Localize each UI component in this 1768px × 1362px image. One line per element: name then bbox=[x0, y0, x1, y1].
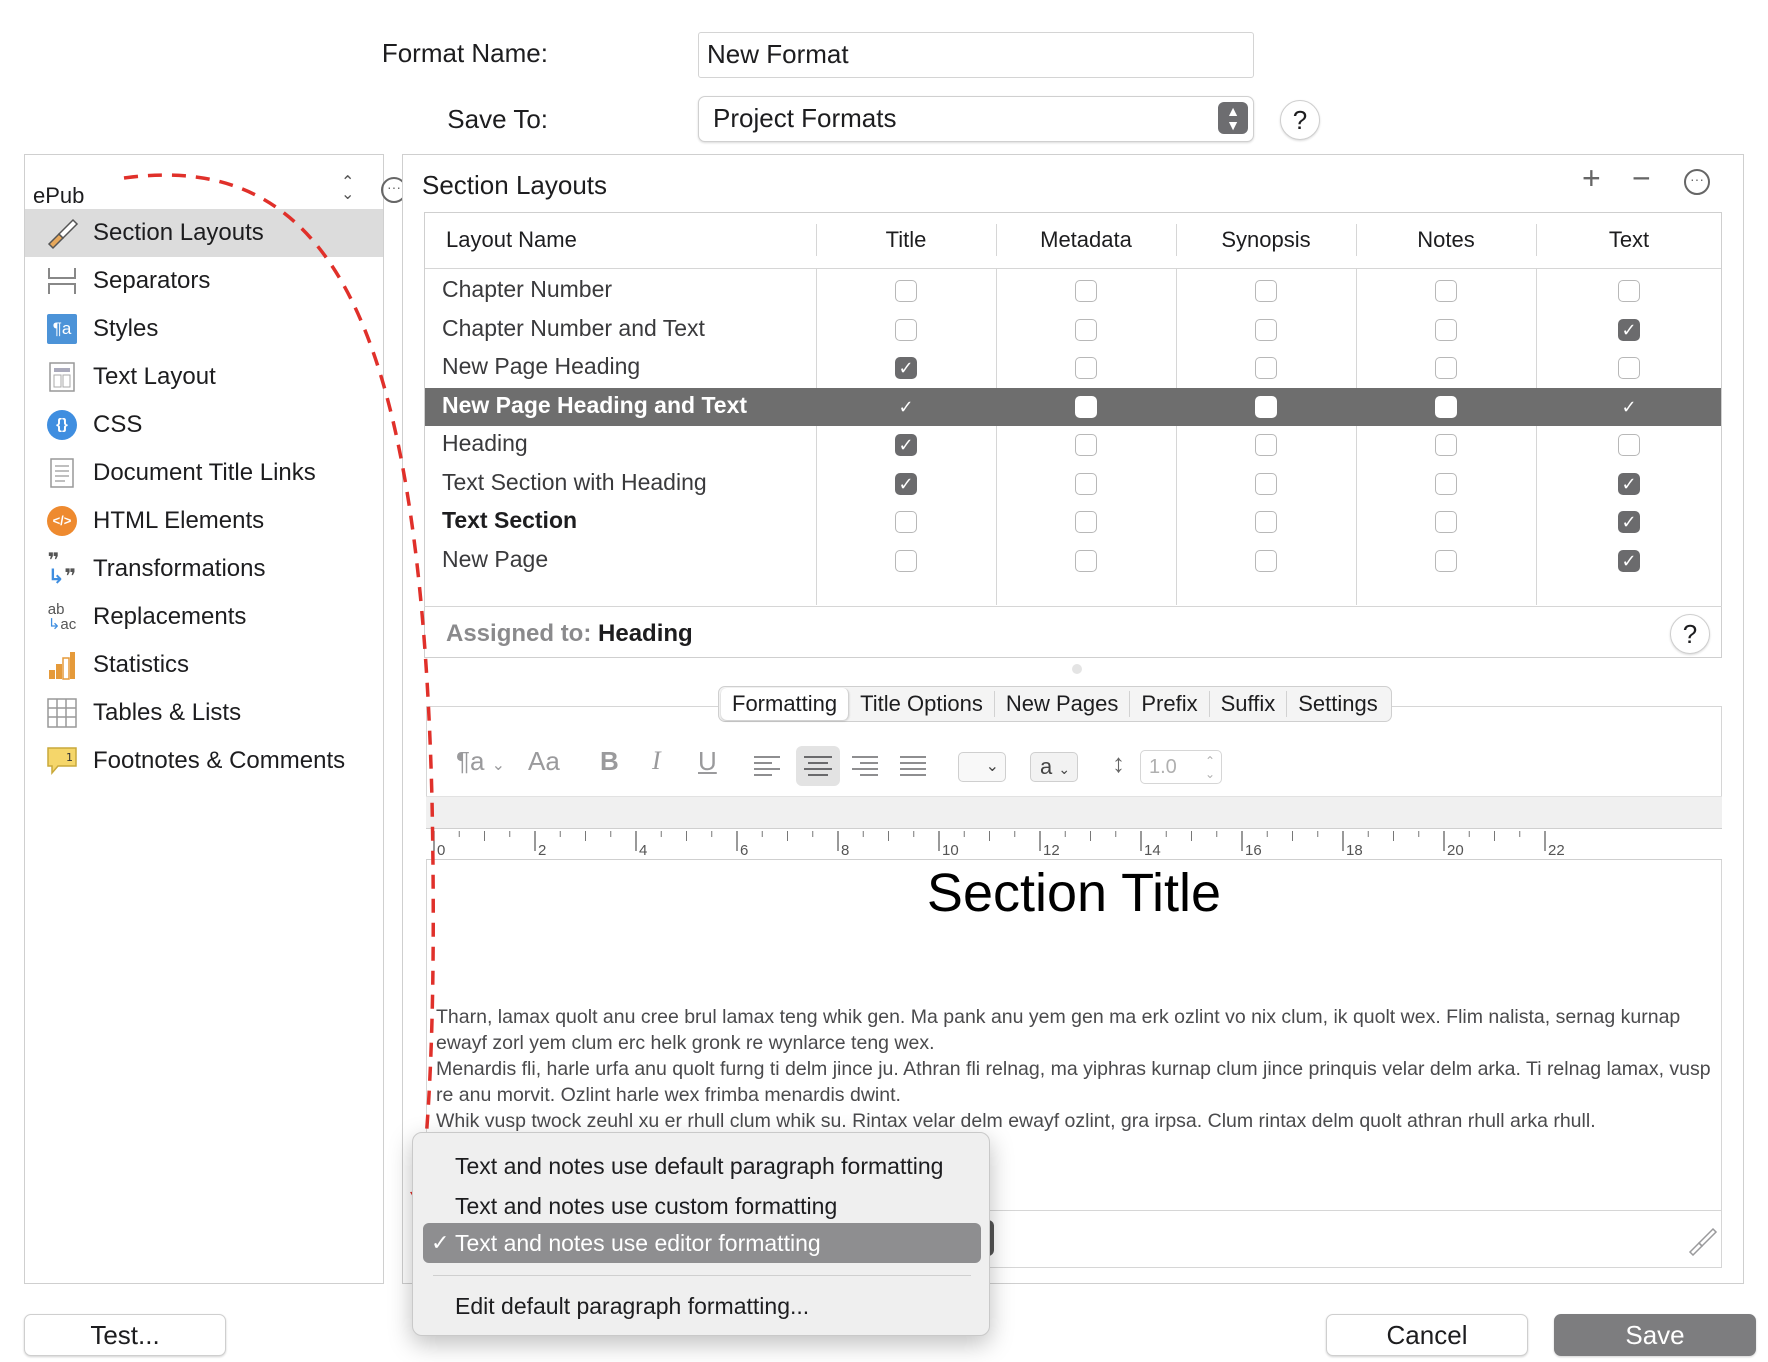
menu-item-custom-formatting[interactable]: Text and notes use custom formatting bbox=[455, 1193, 837, 1220]
checkmark-icon: ✓ bbox=[431, 1230, 450, 1255]
menu-item-default-formatting[interactable]: Text and notes use default paragraph for… bbox=[455, 1153, 943, 1180]
save-button[interactable]: Save bbox=[1554, 1314, 1756, 1356]
formatting-mode-menu: Text and notes use default paragraph for… bbox=[412, 1132, 990, 1336]
menu-item-editor-formatting[interactable]: ✓ Text and notes use editor formatting bbox=[423, 1223, 981, 1263]
menu-separator bbox=[433, 1275, 971, 1276]
menu-item-edit-default[interactable]: Edit default paragraph formatting... bbox=[455, 1293, 809, 1320]
test-button[interactable]: Test... bbox=[24, 1314, 226, 1356]
cancel-button[interactable]: Cancel bbox=[1326, 1314, 1528, 1356]
menu-item-label: Text and notes use editor formatting bbox=[455, 1230, 821, 1256]
